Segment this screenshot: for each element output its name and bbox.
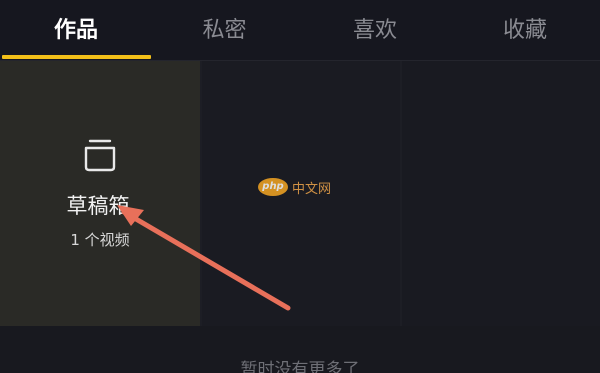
profile-screen: 作品 私密 喜欢 收藏 草稿箱 1 个视频 php 中文网 暂时没有更多了 — [0, 0, 600, 373]
tab-collections[interactable]: 收藏 — [450, 0, 600, 60]
tab-bar: 作品 私密 喜欢 收藏 — [0, 0, 600, 61]
draft-box-icon — [84, 139, 116, 172]
watermark-logo: php — [258, 178, 288, 196]
tab-private[interactable]: 私密 — [152, 0, 297, 60]
active-tab-indicator — [2, 55, 151, 59]
tab-works[interactable]: 作品 — [0, 0, 152, 60]
grid-divider — [200, 61, 202, 326]
draft-box-title: 草稿箱 — [66, 194, 130, 218]
grid-cell-empty — [402, 61, 600, 326]
no-more-content-text: 暂时没有更多了 — [240, 360, 360, 373]
watermark-text: 中文网 — [292, 181, 332, 197]
draft-video-count: 1 个视频 — [70, 231, 130, 249]
tab-likes[interactable]: 喜欢 — [300, 0, 450, 60]
grid-divider — [400, 61, 402, 326]
watermark: php 中文网 — [258, 175, 331, 199]
